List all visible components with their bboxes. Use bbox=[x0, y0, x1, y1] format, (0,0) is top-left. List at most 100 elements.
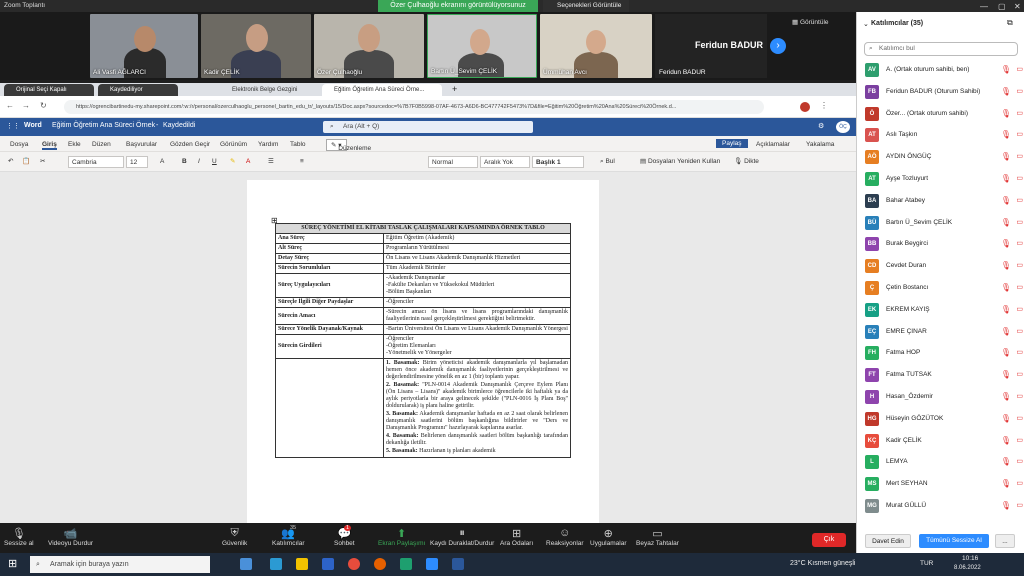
underline-icon[interactable]: U bbox=[212, 156, 217, 168]
file-explorer-icon[interactable] bbox=[296, 558, 308, 570]
participant-row[interactable]: FT Fatma TUTSAK 🎙 ▭ bbox=[865, 365, 1023, 385]
muted-mic-icon[interactable]: 🎙 bbox=[1001, 109, 1011, 118]
shield-button[interactable]: ⛨ Güvenlik bbox=[222, 527, 247, 547]
format-painter-icon[interactable]: ✂ bbox=[40, 156, 45, 168]
participant-row[interactable]: AT Aslı Taşkın 🎙 ▭ bbox=[865, 125, 1023, 145]
muted-mic-icon[interactable]: 🎙 bbox=[1001, 392, 1011, 401]
align-icon[interactable]: ≡ bbox=[300, 156, 304, 168]
invite-button[interactable]: Davet Edin bbox=[865, 534, 911, 548]
task-view-icon[interactable] bbox=[240, 558, 252, 570]
tab-belge-gezgini[interactable]: Elektronik Belge Gezgini bbox=[220, 84, 320, 96]
participant-row[interactable]: L LEMYA 🎙 ▭ bbox=[865, 452, 1023, 472]
find-button[interactable]: ⌕ Bul bbox=[600, 156, 615, 168]
font-size-selector[interactable]: 12 bbox=[126, 156, 148, 168]
participant-row[interactable]: H Hasan_Özdemir 🎙 ▭ bbox=[865, 387, 1023, 407]
video-tile[interactable]: Bartın Ü_Sevim ÇELİK bbox=[427, 14, 537, 78]
apps-button[interactable]: ⊕ Uygulamalar bbox=[590, 527, 627, 547]
participant-row[interactable]: CD Cevdet Duran 🎙 ▭ bbox=[865, 256, 1023, 276]
style-normal[interactable]: Normal bbox=[428, 156, 478, 168]
font-color-icon[interactable]: A bbox=[246, 156, 250, 168]
chat-button[interactable]: 💬 Sohbet 1 bbox=[334, 525, 355, 547]
collapse-chevron-icon[interactable]: ⌄ bbox=[863, 20, 869, 28]
reactions-button[interactable]: ☺ Reaksiyonlar bbox=[546, 527, 584, 547]
tab-word-document[interactable]: Eğitim Öğretim Ana Süreci Örne... bbox=[322, 84, 442, 96]
participant-row[interactable]: BB Burak Beygirci 🎙 ▭ bbox=[865, 234, 1023, 254]
grow-font-icon[interactable]: A bbox=[160, 156, 164, 168]
muted-mic-icon[interactable]: 🎙 bbox=[1001, 327, 1011, 336]
tab-ekle[interactable]: Ekle bbox=[68, 141, 81, 148]
muted-mic-icon[interactable]: 🎙 bbox=[1001, 196, 1011, 205]
catchup-button[interactable]: Yakalama bbox=[806, 141, 834, 148]
tab-tablo[interactable]: Tablo bbox=[290, 141, 306, 148]
tab-gozden-gecir[interactable]: Gözden Geçir bbox=[170, 141, 210, 148]
taskbar-search[interactable]: ⌕ Aramak için buraya yazın bbox=[30, 556, 210, 573]
video-tile[interactable]: Ümmühan Avcı bbox=[540, 14, 652, 78]
muted-mic-icon[interactable]: 🎙 bbox=[1001, 414, 1011, 423]
tab-giris[interactable]: Giriş bbox=[42, 141, 57, 150]
share-screen-button[interactable]: ⬆ Ekran Paylaşımı bbox=[378, 527, 425, 547]
muted-mic-icon[interactable]: 🎙 bbox=[1001, 218, 1011, 227]
muted-mic-icon[interactable]: 🎙 bbox=[1001, 87, 1011, 96]
menu-icon[interactable]: ⋮ bbox=[820, 101, 828, 110]
store-icon[interactable] bbox=[322, 558, 334, 570]
style-no-spacing[interactable]: Aralık Yok bbox=[480, 156, 530, 168]
participant-row[interactable]: AV A. (Ortak oturum sahibi, ben) 🎙 ▭ bbox=[865, 60, 1023, 80]
tab-gorunum[interactable]: Görünüm bbox=[220, 141, 247, 148]
tab-basvurular[interactable]: Başvurular bbox=[126, 141, 157, 148]
video-tile[interactable]: Ali Vasfi AĞLARCI bbox=[90, 14, 198, 78]
participant-row[interactable]: AT Ayşe Tozluyurt 🎙 ▭ bbox=[865, 169, 1023, 189]
muted-mic-icon[interactable]: 🎙 bbox=[1001, 305, 1011, 314]
next-page-arrow-icon[interactable]: › bbox=[770, 38, 786, 54]
participant-row[interactable]: FH Fatma HOP 🎙 ▭ bbox=[865, 343, 1023, 363]
muted-mic-icon[interactable]: 🎙 bbox=[1001, 152, 1011, 161]
participant-row[interactable]: MS Mert SEYHAN 🎙 ▭ bbox=[865, 474, 1023, 494]
view-options-button[interactable]: Seçenekleri Görüntüle bbox=[543, 0, 629, 12]
participant-row[interactable]: AÖ AYDIN ÖNGÜÇ 🎙 ▭ bbox=[865, 147, 1023, 167]
record-button[interactable]: ⏸ Kaydı Duraklat/Durdur bbox=[430, 527, 494, 547]
participant-row[interactable]: KÇ Kadir ÇELİK 🎙 ▭ bbox=[865, 431, 1023, 451]
comments-button[interactable]: Açıklamalar bbox=[756, 141, 790, 148]
muted-mic-icon[interactable]: 🎙 bbox=[1001, 348, 1011, 357]
clock-time[interactable]: 10:16 bbox=[962, 555, 978, 562]
document-page[interactable]: ⊞ SÜREÇ YÖNETİMİ EL KİTABI TASLAK ÇALIŞM… bbox=[247, 180, 599, 523]
dictate-button[interactable]: 🎙 Dikte bbox=[734, 156, 759, 168]
new-tab-icon[interactable]: + bbox=[452, 84, 457, 94]
profile-icon[interactable] bbox=[800, 102, 810, 112]
word-app-name[interactable]: Word bbox=[24, 122, 42, 129]
url-field[interactable]: https://ogrencibartinedu-my.sharepoint.c… bbox=[64, 100, 764, 114]
participant-row[interactable]: BA Bahar Atabey 🎙 ▭ bbox=[865, 191, 1023, 211]
firefox-icon[interactable] bbox=[374, 558, 386, 570]
italic-icon[interactable]: I bbox=[198, 156, 200, 168]
apps-grid-icon[interactable]: ⋮⋮ bbox=[6, 122, 20, 130]
zoom-taskbar-icon[interactable] bbox=[426, 558, 438, 570]
style-heading-1[interactable]: Başlık 1 bbox=[532, 156, 584, 168]
participant-row[interactable]: EÇ EMRE ÇINAR 🎙 ▭ bbox=[865, 322, 1023, 342]
minimize-icon[interactable]: — bbox=[980, 2, 988, 11]
close-icon[interactable]: ✕ bbox=[1014, 2, 1021, 11]
participants-button[interactable]: 👥 Katılımcılar 35 bbox=[272, 525, 305, 547]
process-table[interactable]: SÜREÇ YÖNETİMİ EL KİTABI TASLAK ÇALIŞMAL… bbox=[275, 223, 571, 458]
tab-dosya[interactable]: Dosya bbox=[10, 141, 28, 148]
microphone-button[interactable]: 🎙 Sessize al bbox=[4, 527, 34, 547]
muted-mic-icon[interactable]: 🎙 bbox=[1001, 457, 1011, 466]
participant-row[interactable]: EK EKREM KAYIŞ 🎙 ▭ bbox=[865, 300, 1023, 320]
muted-mic-icon[interactable]: 🎙 bbox=[1001, 239, 1011, 248]
video-tile-feridun[interactable]: Feridun BADUR Feridun BADUR bbox=[655, 14, 767, 78]
participant-row[interactable]: HG Hüseyin GÖZÜTOK 🎙 ▭ bbox=[865, 409, 1023, 429]
popout-icon[interactable]: ⧉ bbox=[1007, 18, 1013, 28]
user-avatar[interactable]: ÖÇ bbox=[836, 121, 850, 133]
undo-icon[interactable]: ↶ bbox=[8, 156, 13, 168]
settings-icon[interactable]: ⚙ bbox=[818, 122, 824, 130]
word-taskbar-icon[interactable] bbox=[452, 558, 464, 570]
whiteboard-button[interactable]: ▭ Beyaz Tahtalar bbox=[636, 527, 679, 547]
reuse-files-button[interactable]: ▤ Dosyaları Yeniden Kullan bbox=[640, 156, 720, 168]
muted-mic-icon[interactable]: 🎙 bbox=[1001, 501, 1011, 510]
muted-mic-icon[interactable]: 🎙 bbox=[1001, 283, 1011, 292]
clock-date[interactable]: 8.06.2022 bbox=[954, 565, 981, 571]
video-tile[interactable]: Kadir ÇELİK bbox=[201, 14, 311, 78]
share-button[interactable]: Paylaş bbox=[716, 139, 748, 148]
app-icon[interactable] bbox=[400, 558, 412, 570]
muted-mic-icon[interactable]: 🎙 bbox=[1001, 261, 1011, 270]
muted-mic-icon[interactable]: 🎙 bbox=[1001, 130, 1011, 139]
windows-start-icon[interactable]: ⊞ bbox=[8, 557, 17, 570]
